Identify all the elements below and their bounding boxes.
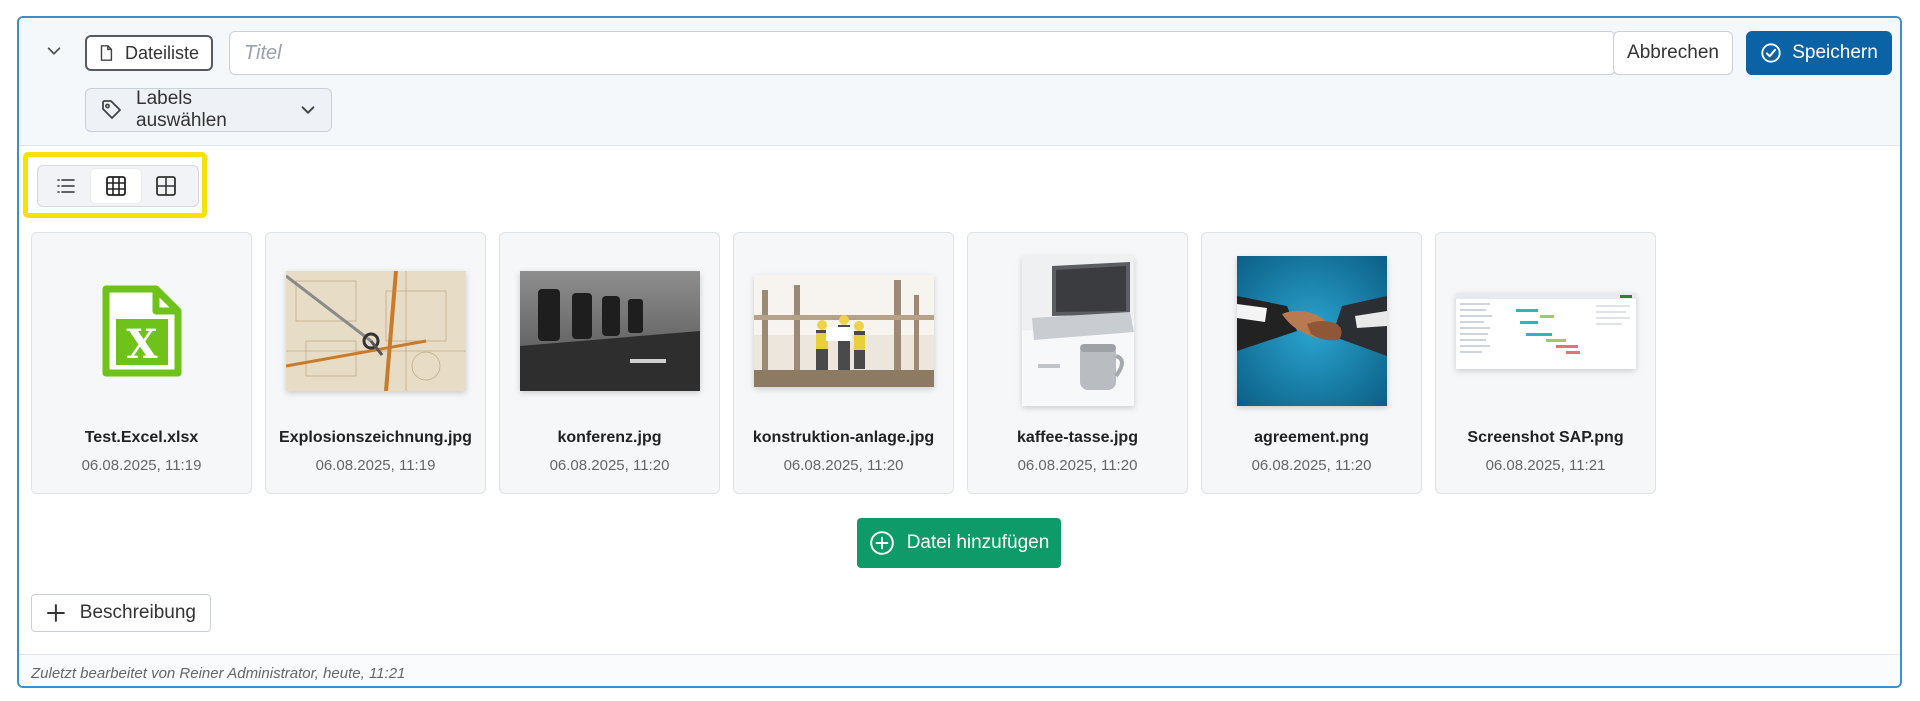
cancel-button[interactable]: Abbrechen <box>1613 31 1733 75</box>
file-card[interactable]: agreement.png 06.08.2025, 11:20 <box>1201 232 1422 494</box>
editor-footer: Zuletzt bearbeitet von Reiner Administra… <box>19 654 1900 686</box>
editor-header: Dateiliste Abbrechen Speichern Labels au… <box>19 18 1900 146</box>
image-thumbnail <box>519 271 700 391</box>
file-date: 06.08.2025, 11:21 <box>1485 457 1606 474</box>
file-name: konferenz.jpg <box>557 429 662 446</box>
title-input[interactable] <box>229 31 1616 75</box>
excel-file-icon: X <box>102 285 181 377</box>
image-thumbnail <box>1455 293 1636 369</box>
file-name: kaffee-tasse.jpg <box>1017 429 1138 446</box>
add-file-label: Datei hinzufügen <box>906 532 1050 553</box>
table-grid-icon <box>106 176 126 196</box>
content-type-badge: Dateiliste <box>85 35 214 71</box>
content-type-label: Dateiliste <box>125 42 200 63</box>
file-date: 06.08.2025, 11:19 <box>81 457 202 474</box>
file-name: Test.Excel.xlsx <box>84 429 199 446</box>
file-name: Explosionszeichnung.jpg <box>279 429 472 446</box>
file-card[interactable]: konferenz.jpg 06.08.2025, 11:20 <box>499 232 720 494</box>
file-date: 06.08.2025, 11:19 <box>315 457 436 474</box>
file-date: 06.08.2025, 11:20 <box>1017 457 1138 474</box>
view-toggle-highlight <box>23 152 207 218</box>
list-icon <box>57 179 75 193</box>
image-thumbnail <box>1021 256 1134 406</box>
add-description-button[interactable]: Beschreibung <box>31 594 211 632</box>
file-date: 06.08.2025, 11:20 <box>1251 457 1372 474</box>
file-name: Screenshot SAP.png <box>1467 429 1624 446</box>
image-thumbnail <box>285 271 466 391</box>
last-edited-text: Zuletzt bearbeitet von Reiner Administra… <box>31 665 406 682</box>
save-button-label: Speichern <box>1792 42 1878 63</box>
file-card[interactable]: Explosionszeichnung.jpg 06.08.2025, 11:1… <box>265 232 486 494</box>
grid-icon <box>156 176 176 196</box>
svg-text:X: X <box>126 321 157 368</box>
file-card[interactable]: X Test.Excel.xlsx 06.08.2025, 11:19 <box>31 232 252 494</box>
image-thumbnail <box>753 275 934 387</box>
document-icon <box>100 45 113 61</box>
file-list-editor-card: Dateiliste Abbrechen Speichern Labels au… <box>17 16 1902 688</box>
add-description-label: Beschreibung <box>79 602 196 623</box>
collapse-toggle[interactable] <box>39 36 69 66</box>
table-view-option[interactable] <box>91 169 141 203</box>
image-thumbnail <box>1236 256 1387 406</box>
tag-icon <box>102 100 121 119</box>
check-circle-icon <box>1761 43 1781 63</box>
file-name: konstruktion-anlage.jpg <box>752 429 935 446</box>
file-date: 06.08.2025, 11:20 <box>549 457 670 474</box>
file-card[interactable]: Screenshot SAP.png 06.08.2025, 11:21 <box>1435 232 1656 494</box>
file-grid: X Test.Excel.xlsx 06.08.2025, 11:19 Expl… <box>31 232 1656 494</box>
plus-icon <box>46 604 65 622</box>
file-card[interactable]: konstruktion-anlage.jpg 06.08.2025, 11:2… <box>733 232 954 494</box>
file-date: 06.08.2025, 11:20 <box>783 457 904 474</box>
view-mode-toggle <box>37 165 199 207</box>
list-view-option[interactable] <box>41 169 91 203</box>
plus-circle-icon <box>869 531 894 555</box>
labels-select-label: Labels auswählen <box>136 88 227 131</box>
file-name: agreement.png <box>1254 429 1369 446</box>
labels-select-button[interactable]: Labels auswählen <box>85 88 332 132</box>
chevron-down-icon <box>301 106 315 114</box>
save-button[interactable]: Speichern <box>1746 31 1892 75</box>
add-file-button[interactable]: Datei hinzufügen <box>857 518 1061 568</box>
chevron-down-icon <box>47 47 61 55</box>
grid-view-option[interactable] <box>141 169 191 203</box>
file-card[interactable]: kaffee-tasse.jpg 06.08.2025, 11:20 <box>967 232 1188 494</box>
